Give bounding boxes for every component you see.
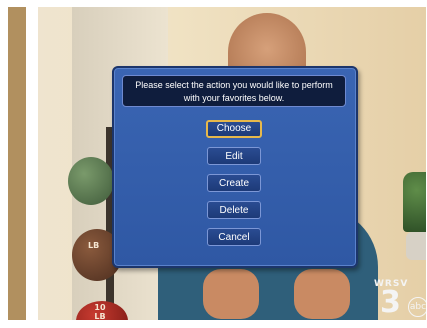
ball-label: LB	[88, 241, 100, 250]
station-logo: WRSV 3 abc	[374, 279, 426, 320]
vase	[406, 232, 426, 260]
delete-button[interactable]: Delete	[207, 201, 261, 219]
dialog-message-line-1: Please select the action you would like …	[135, 80, 333, 90]
station-channel: 3	[380, 285, 401, 320]
medicine-ball-green	[68, 157, 114, 205]
network-logo-icon: abc	[408, 297, 426, 317]
cancel-button[interactable]: Cancel	[207, 228, 261, 246]
choose-button[interactable]: Choose	[206, 120, 262, 138]
dialog-message-line-2: with your favorites below.	[183, 93, 285, 103]
edit-button[interactable]: Edit	[207, 147, 261, 165]
wall-shadow	[8, 7, 26, 320]
favorites-action-dialog: Please select the action you would like …	[112, 66, 358, 268]
wall-stripe	[26, 7, 38, 320]
presenter-hand-left	[203, 269, 259, 319]
ball-label: 10 LB	[94, 303, 106, 320]
presenter-hand-right	[294, 269, 350, 319]
dialog-message: Please select the action you would like …	[122, 75, 346, 107]
plant	[403, 172, 426, 232]
create-button[interactable]: Create	[207, 174, 261, 192]
